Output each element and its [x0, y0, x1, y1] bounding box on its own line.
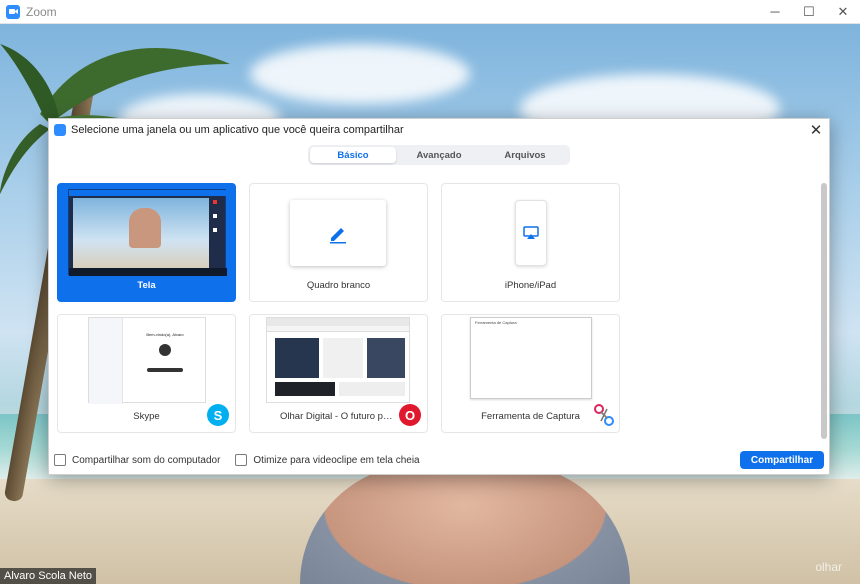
zoom-logo-icon [6, 4, 20, 19]
tile-label-screen: Tela [137, 280, 156, 291]
close-window-button[interactable]: ✕ [826, 0, 860, 24]
optimize-video-label: Otimize para videoclipe em tela cheia [253, 454, 420, 466]
skype-window-preview: Bem-vindo(a), Alvaro [88, 317, 206, 404]
tile-label-whiteboard: Quadro branco [306, 280, 371, 291]
phone-preview [515, 200, 547, 266]
airplay-icon [523, 226, 539, 239]
tab-avancado[interactable]: Avançado [396, 147, 482, 163]
tiles-scrollbar[interactable] [821, 183, 827, 439]
pencil-icon [330, 228, 346, 244]
minimize-button[interactable]: ─ [758, 0, 792, 24]
share-sound-label: Compartilhar som do computador [72, 454, 221, 466]
dialog-footer: Compartilhar som do computador Otimize p… [54, 451, 824, 469]
tab-basico[interactable]: Básico [310, 147, 396, 163]
optimize-video-option[interactable]: Otimize para videoclipe em tela cheia [235, 454, 420, 466]
share-sound-option[interactable]: Compartilhar som do computador [54, 454, 220, 466]
zoom-logo-icon [54, 124, 66, 136]
window-titlebar: Zoom ─ ☐ ✕ [0, 0, 860, 24]
dialog-title: Selecione uma janela ou um aplicativo qu… [71, 124, 404, 136]
snipping-window-preview: Ferramenta de Captura [470, 317, 592, 399]
browser-window-preview [266, 317, 410, 403]
share-button[interactable]: Compartilhar [740, 451, 824, 469]
window-title: Zoom [26, 4, 57, 19]
close-dialog-button[interactable]: ✕ [803, 119, 829, 141]
share-tile-snipping-tool[interactable]: Ferramenta de Captura Ferramenta de Capt… [441, 314, 620, 433]
snipping-window-title: Ferramenta de Captura [475, 320, 517, 325]
maximize-button[interactable]: ☐ [792, 0, 826, 24]
tile-label-iphone-ipad: iPhone/iPad [504, 280, 557, 291]
watermark-text: olhar [815, 560, 842, 574]
share-sound-checkbox[interactable] [54, 454, 66, 466]
tab-arquivos[interactable]: Arquivos [482, 147, 568, 163]
dialog-titlebar: Selecione uma janela ou um aplicativo qu… [49, 119, 829, 141]
tile-label-snipping-tool: Ferramenta de Captura [481, 411, 580, 422]
skype-welcome-text: Bem-vindo(a), Alvaro [146, 332, 184, 337]
window-controls: ─ ☐ ✕ [758, 0, 860, 24]
share-screen-dialog: Selecione uma janela ou um aplicativo qu… [48, 118, 830, 475]
share-tile-skype[interactable]: Bem-vindo(a), Alvaro S Skype [57, 314, 236, 433]
share-tabs: Básico Avançado Arquivos [308, 145, 570, 165]
screen-preview-thumbnail [68, 189, 227, 276]
share-tile-iphone-ipad[interactable]: iPhone/iPad [441, 183, 620, 302]
tile-label-olhar-digital: Olhar Digital - O futuro passa pri... [280, 411, 425, 422]
share-options-grid: Tela Quadro branco iPhone/iPad Bem-vindo… [57, 183, 817, 433]
share-tile-olhar-digital[interactable]: O Olhar Digital - O futuro passa pri... [249, 314, 428, 433]
participant-name-tag: Alvaro Scola Neto [0, 568, 97, 584]
whiteboard-preview [290, 200, 386, 266]
scrollbar-thumb[interactable] [821, 183, 827, 439]
optimize-video-checkbox[interactable] [235, 454, 248, 466]
tile-label-skype: Skype [133, 411, 160, 422]
share-tile-screen[interactable]: Tela [57, 183, 236, 302]
share-tile-whiteboard[interactable]: Quadro branco [249, 183, 428, 302]
